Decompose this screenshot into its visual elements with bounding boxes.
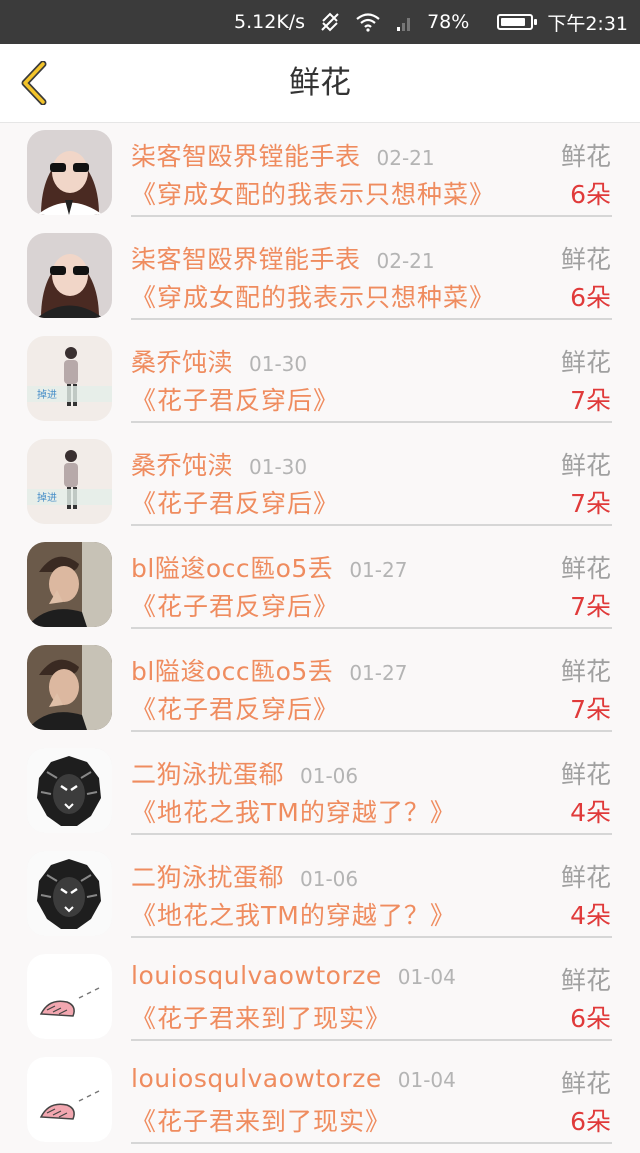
gift-date: 01-04	[397, 965, 456, 989]
user-name: bl隘逡occ匦o5丢 01-27	[131, 554, 408, 583]
wifi-icon	[355, 12, 381, 32]
network-speed: 5.12K/s	[234, 11, 306, 33]
list-item[interactable]: 柒客智殴界镗能手表 02-21 《穿成女配的我表示只想种菜》 鲜花 6朵	[0, 226, 640, 329]
divider	[131, 730, 612, 732]
user-avatar[interactable]	[27, 542, 112, 627]
battery-icon	[483, 14, 538, 30]
list-item[interactable]: 二狗泳扰蛋郗 01-06 《地花之我TM的穿越了？》 鲜花 4朵	[0, 844, 640, 947]
gift-date: 01-27	[349, 558, 408, 582]
gift-count: 6朵	[570, 1004, 611, 1033]
gift-count: 4朵	[570, 901, 611, 930]
book-title[interactable]: 《地花之我TM的穿越了？》	[131, 896, 456, 932]
user-avatar[interactable]	[27, 1057, 112, 1142]
gift-count: 7朵	[570, 592, 611, 621]
book-title[interactable]: 《穿成女配的我表示只想种菜》	[131, 278, 495, 314]
gift-type-label: 鲜花	[560, 966, 611, 995]
gift-date: 01-06	[300, 867, 359, 891]
divider	[131, 936, 612, 938]
book-title[interactable]: 《花子君来到了现实》	[131, 1102, 391, 1138]
gift-date: 01-04	[397, 1068, 456, 1092]
gift-date: 02-21	[376, 249, 435, 273]
list-item[interactable]: bl隘逡occ匦o5丢 01-27 《花子君反穿后》 鲜花 7朵	[0, 535, 640, 638]
user-avatar[interactable]	[27, 233, 112, 318]
gift-type-label: 鲜花	[560, 554, 611, 583]
gift-record-list: 柒客智殴界镗能手表 02-21 《穿成女配的我表示只想种菜》 鲜花 6朵 柒客智殴…	[0, 123, 640, 1153]
gift-type-label: 鲜花	[560, 657, 611, 686]
avatar-caption: 掉进	[37, 388, 57, 401]
gift-count: 6朵	[570, 283, 611, 312]
list-item[interactable]: 二狗泳扰蛋郗 01-06 《地花之我TM的穿越了？》 鲜花 4朵	[0, 741, 640, 844]
user-avatar[interactable]: 掉进	[27, 439, 112, 524]
divider	[131, 421, 612, 423]
divider	[131, 833, 612, 835]
status-bar: 5.12K/s 78% 下午2:31	[0, 0, 640, 44]
user-avatar[interactable]	[27, 645, 112, 730]
gift-count: 7朵	[570, 695, 611, 724]
gift-count: 6朵	[570, 180, 611, 209]
book-title[interactable]: 《地花之我TM的穿越了？》	[131, 793, 456, 829]
divider	[131, 215, 612, 217]
clock: 下午2:31	[547, 12, 628, 35]
list-item[interactable]: 掉进 桑乔饨渎 01-30 《花子君反穿后》 鲜花 7朵	[0, 432, 640, 535]
user-name: 二狗泳扰蛋郗 01-06	[131, 863, 359, 892]
divider	[131, 627, 612, 629]
user-name: louiosqulvaowtorze 01-04	[131, 1064, 456, 1093]
gift-count: 7朵	[570, 489, 611, 518]
book-title[interactable]: 《穿成女配的我表示只想种菜》	[131, 175, 495, 211]
battery-percent: 78%	[427, 11, 470, 33]
user-avatar[interactable]	[27, 954, 112, 1039]
gift-date: 01-06	[300, 764, 359, 788]
user-avatar[interactable]: 掉进	[27, 336, 112, 421]
navigation-bar: 鲜花	[0, 44, 640, 123]
gift-type-label: 鲜花	[560, 863, 611, 892]
gift-type-label: 鲜花	[560, 760, 611, 789]
user-name: 二狗泳扰蛋郗 01-06	[131, 760, 359, 789]
user-name: louiosqulvaowtorze 01-04	[131, 961, 456, 990]
page-title: 鲜花	[289, 65, 351, 101]
data-sync-icon	[319, 11, 341, 33]
signal-icon	[395, 12, 413, 32]
user-avatar[interactable]	[27, 851, 112, 936]
book-title[interactable]: 《花子君反穿后》	[131, 690, 339, 726]
user-name: 柒客智殴界镗能手表 02-21	[131, 142, 435, 171]
gift-date: 01-27	[349, 661, 408, 685]
user-avatar[interactable]	[27, 748, 112, 833]
divider	[131, 318, 612, 320]
list-item[interactable]: louiosqulvaowtorze 01-04 《花子君来到了现实》 鲜花 6朵	[0, 947, 640, 1050]
gift-count: 7朵	[570, 386, 611, 415]
gift-type-label: 鲜花	[560, 451, 611, 480]
chevron-left-icon	[21, 61, 47, 105]
divider	[131, 1039, 612, 1041]
gift-type-label: 鲜花	[560, 348, 611, 377]
list-item[interactable]: 掉进 桑乔饨渎 01-30 《花子君反穿后》 鲜花 7朵	[0, 329, 640, 432]
avatar-caption: 掉进	[37, 491, 57, 504]
divider	[131, 1142, 612, 1144]
gift-date: 02-21	[376, 146, 435, 170]
back-button[interactable]	[14, 58, 54, 108]
gift-date: 01-30	[249, 352, 308, 376]
gift-type-label: 鲜花	[560, 245, 611, 274]
gift-type-label: 鲜花	[560, 142, 611, 171]
list-item[interactable]: bl隘逡occ匦o5丢 01-27 《花子君反穿后》 鲜花 7朵	[0, 638, 640, 741]
gift-date: 01-30	[249, 455, 308, 479]
list-item[interactable]: 柒客智殴界镗能手表 02-21 《穿成女配的我表示只想种菜》 鲜花 6朵	[0, 123, 640, 226]
gift-type-label: 鲜花	[560, 1069, 611, 1098]
book-title[interactable]: 《花子君反穿后》	[131, 484, 339, 520]
user-name: 桑乔饨渎 01-30	[131, 451, 308, 480]
book-title[interactable]: 《花子君反穿后》	[131, 381, 339, 417]
user-name: 桑乔饨渎 01-30	[131, 348, 308, 377]
gift-count: 6朵	[570, 1107, 611, 1136]
gift-count: 4朵	[570, 798, 611, 827]
divider	[131, 524, 612, 526]
book-title[interactable]: 《花子君来到了现实》	[131, 999, 391, 1035]
user-avatar[interactable]	[27, 130, 112, 215]
user-name: bl隘逡occ匦o5丢 01-27	[131, 657, 408, 686]
user-name: 柒客智殴界镗能手表 02-21	[131, 245, 435, 274]
book-title[interactable]: 《花子君反穿后》	[131, 587, 339, 623]
